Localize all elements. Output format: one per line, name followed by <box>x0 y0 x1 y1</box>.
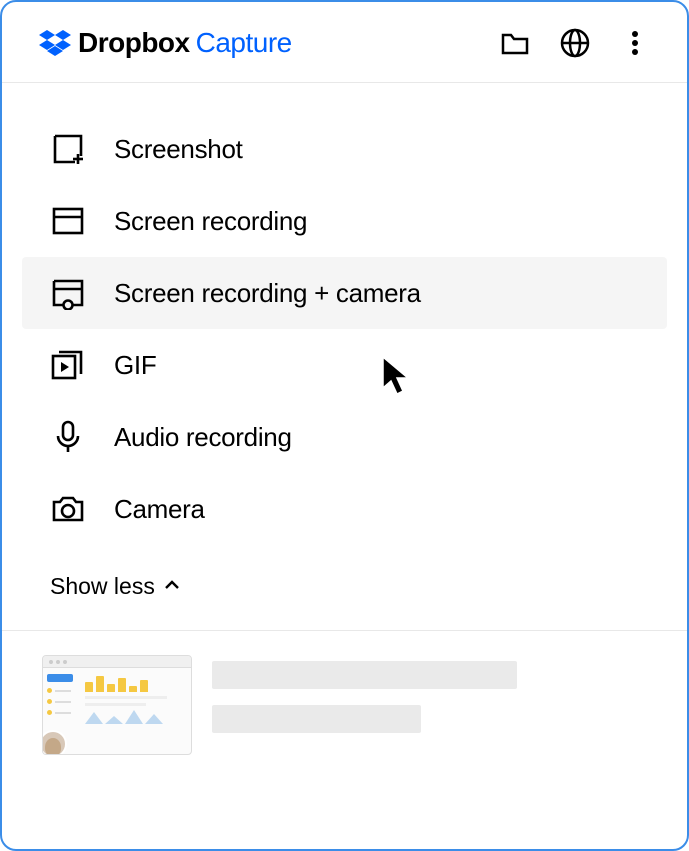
microphone-icon <box>50 419 86 455</box>
menu-item-screenshot[interactable]: Screenshot <box>22 113 667 185</box>
menu-label: Camera <box>114 494 205 525</box>
screenshot-icon <box>50 131 86 167</box>
screen-recording-camera-icon <box>50 275 86 311</box>
brand-logo-section: Dropbox Capture <box>38 26 292 60</box>
show-less-toggle[interactable]: Show less <box>2 555 687 620</box>
menu-item-screen-recording-camera[interactable]: Screen recording + camera <box>22 257 667 329</box>
menu-item-camera[interactable]: Camera <box>22 473 667 545</box>
screen-recording-icon <box>50 203 86 239</box>
presenter-avatar <box>42 730 67 755</box>
gif-icon <box>50 347 86 383</box>
skeleton-line <box>212 705 421 733</box>
recent-capture-thumbnail[interactable] <box>42 655 192 755</box>
more-vertical-icon[interactable] <box>619 27 651 59</box>
menu-item-screen-recording[interactable]: Screen recording <box>22 185 667 257</box>
globe-icon[interactable] <box>559 27 591 59</box>
skeleton-line <box>212 661 517 689</box>
menu-label: GIF <box>114 350 156 381</box>
recent-captures-section <box>2 631 687 779</box>
dropbox-logo-icon <box>38 26 72 60</box>
header-actions <box>499 27 651 59</box>
show-less-label: Show less <box>50 573 155 600</box>
recent-capture-placeholder <box>212 655 647 733</box>
menu-item-audio-recording[interactable]: Audio recording <box>22 401 667 473</box>
menu-label: Screen recording <box>114 206 307 237</box>
capture-menu-list: Screenshot Screen recording Screen recor… <box>2 83 687 555</box>
folder-icon[interactable] <box>499 27 531 59</box>
menu-label: Screen recording + camera <box>114 278 421 309</box>
camera-icon <box>50 491 86 527</box>
app-header: Dropbox Capture <box>2 2 687 83</box>
menu-label: Screenshot <box>114 134 243 165</box>
menu-item-gif[interactable]: GIF <box>22 329 667 401</box>
chevron-up-icon <box>163 573 181 600</box>
brand-name-sub: Capture <box>196 27 292 59</box>
menu-label: Audio recording <box>114 422 292 453</box>
brand-name-main: Dropbox <box>78 27 190 59</box>
